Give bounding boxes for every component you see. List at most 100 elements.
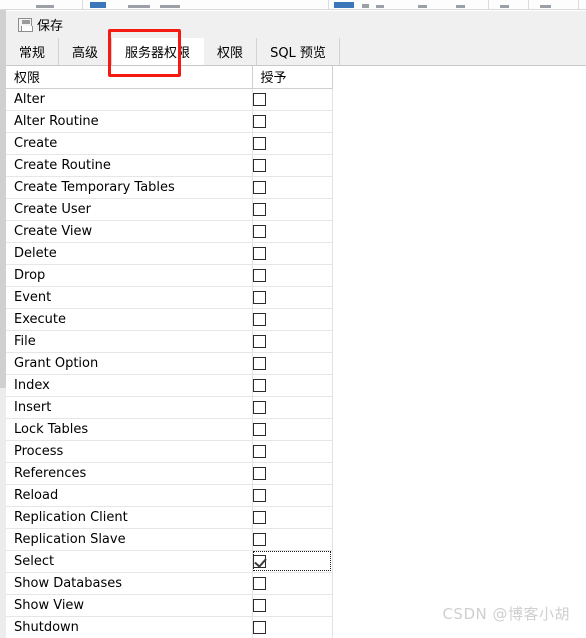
toolbar-icon-fragment-2[interactable] bbox=[128, 5, 150, 8]
privilege-name-cell[interactable]: Select bbox=[6, 550, 253, 573]
table-row[interactable]: Show View bbox=[6, 594, 333, 617]
grant-checkbox-cell[interactable] bbox=[252, 462, 333, 485]
table-icon-fragment[interactable] bbox=[90, 2, 106, 8]
privilege-name-cell[interactable]: Execute bbox=[6, 308, 253, 331]
grant-checkbox-cell[interactable] bbox=[252, 572, 333, 595]
table-row[interactable]: Shutdown bbox=[6, 616, 333, 638]
table-row[interactable]: References bbox=[6, 462, 333, 485]
grant-checkbox-cell[interactable] bbox=[252, 88, 333, 111]
tab-privileges[interactable]: 权限 bbox=[204, 38, 258, 65]
checkbox-unchecked-icon[interactable] bbox=[252, 290, 266, 304]
grant-checkbox-cell[interactable] bbox=[252, 176, 333, 199]
privilege-name-cell[interactable]: Create User bbox=[6, 198, 253, 221]
table-row[interactable]: Replication Slave bbox=[6, 528, 333, 551]
privilege-name-cell[interactable]: Alter Routine bbox=[6, 110, 253, 133]
privilege-name-cell[interactable]: Event bbox=[6, 286, 253, 309]
privilege-name-cell[interactable]: Drop bbox=[6, 264, 253, 287]
privilege-name-cell[interactable]: Grant Option bbox=[6, 352, 253, 375]
table-row[interactable]: Grant Option bbox=[6, 352, 333, 375]
checkbox-unchecked-icon[interactable] bbox=[252, 510, 266, 524]
privilege-name-cell[interactable]: Shutdown bbox=[6, 616, 253, 638]
checkbox-checked-icon[interactable] bbox=[252, 554, 266, 568]
table-row[interactable]: Replication Client bbox=[6, 506, 333, 529]
privilege-name-cell[interactable]: Create bbox=[6, 132, 253, 155]
table-row[interactable]: Event bbox=[6, 286, 333, 309]
checkbox-unchecked-icon[interactable] bbox=[252, 158, 266, 172]
checkbox-unchecked-icon[interactable] bbox=[252, 400, 266, 414]
table-row[interactable]: Alter Routine bbox=[6, 110, 333, 133]
toolbar-icon-fragment-4[interactable] bbox=[362, 4, 369, 8]
toolbar-icon-fragment-1[interactable] bbox=[36, 5, 54, 8]
column-header-grant[interactable]: 授予 bbox=[252, 66, 333, 89]
grant-checkbox-cell[interactable] bbox=[252, 154, 333, 177]
checkbox-unchecked-icon[interactable] bbox=[252, 114, 266, 128]
privilege-name-cell[interactable]: Show View bbox=[6, 594, 253, 617]
table-row[interactable]: Alter bbox=[6, 88, 333, 111]
checkbox-unchecked-icon[interactable] bbox=[252, 202, 266, 216]
grant-checkbox-cell[interactable] bbox=[252, 418, 333, 441]
grant-checkbox-cell[interactable] bbox=[252, 616, 333, 638]
table-row[interactable]: Execute bbox=[6, 308, 333, 331]
checkbox-unchecked-icon[interactable] bbox=[252, 224, 266, 238]
grant-checkbox-cell[interactable] bbox=[252, 396, 333, 419]
grant-checkbox-cell[interactable] bbox=[252, 242, 333, 265]
privilege-name-cell[interactable]: Create Routine bbox=[6, 154, 253, 177]
privilege-name-cell[interactable]: Replication Client bbox=[6, 506, 253, 529]
table-row[interactable]: Create Temporary Tables bbox=[6, 176, 333, 199]
grant-checkbox-cell[interactable] bbox=[252, 330, 333, 353]
privilege-name-cell[interactable]: File bbox=[6, 330, 253, 353]
grant-checkbox-cell[interactable] bbox=[252, 264, 333, 287]
checkbox-unchecked-icon[interactable] bbox=[252, 268, 266, 282]
checkbox-unchecked-icon[interactable] bbox=[252, 620, 266, 634]
table-row[interactable]: Create User bbox=[6, 198, 333, 221]
checkbox-unchecked-icon[interactable] bbox=[252, 180, 266, 194]
toolbar-icon-fragment-9[interactable] bbox=[540, 5, 551, 8]
privilege-name-cell[interactable]: Create View bbox=[6, 220, 253, 243]
privilege-name-cell[interactable]: References bbox=[6, 462, 253, 485]
grant-checkbox-cell[interactable] bbox=[252, 374, 333, 397]
toolbar-icon-fragment-8[interactable] bbox=[500, 5, 509, 8]
grant-checkbox-cell[interactable] bbox=[252, 352, 333, 375]
table-row[interactable]: Insert bbox=[6, 396, 333, 419]
tab-server-privileges[interactable]: 服务器权限 bbox=[112, 38, 205, 65]
privilege-name-cell[interactable]: Replication Slave bbox=[6, 528, 253, 551]
grant-checkbox-cell[interactable] bbox=[252, 506, 333, 529]
table-row[interactable]: Show Databases bbox=[6, 572, 333, 595]
tab-advanced[interactable]: 高级 bbox=[59, 38, 113, 65]
checkbox-unchecked-icon[interactable] bbox=[252, 334, 266, 348]
grant-checkbox-cell[interactable] bbox=[252, 594, 333, 617]
privilege-name-cell[interactable]: Delete bbox=[6, 242, 253, 265]
table-row[interactable]: Drop bbox=[6, 264, 333, 287]
checkbox-unchecked-icon[interactable] bbox=[252, 312, 266, 326]
table-row[interactable]: Process bbox=[6, 440, 333, 463]
checkbox-unchecked-icon[interactable] bbox=[252, 422, 266, 436]
toolbar-icon-fragment-7[interactable] bbox=[456, 5, 465, 8]
table-row[interactable]: Index bbox=[6, 374, 333, 397]
column-header-privilege[interactable]: 权限 bbox=[6, 66, 253, 89]
grant-checkbox-cell[interactable] bbox=[252, 308, 333, 331]
grant-checkbox-cell[interactable] bbox=[252, 550, 333, 573]
tab-sql-preview[interactable]: SQL 预览 bbox=[257, 38, 340, 65]
checkbox-unchecked-icon[interactable] bbox=[252, 92, 266, 106]
privilege-name-cell[interactable]: Lock Tables bbox=[6, 418, 253, 441]
privilege-name-cell[interactable]: Insert bbox=[6, 396, 253, 419]
table-row[interactable]: Create View bbox=[6, 220, 333, 243]
grant-checkbox-cell[interactable] bbox=[252, 440, 333, 463]
table-row[interactable]: Create bbox=[6, 132, 333, 155]
table-row[interactable]: File bbox=[6, 330, 333, 353]
table-row[interactable]: Select bbox=[6, 550, 333, 573]
grant-checkbox-cell[interactable] bbox=[252, 198, 333, 221]
checkbox-unchecked-icon[interactable] bbox=[252, 466, 266, 480]
privilege-name-cell[interactable]: Alter bbox=[6, 88, 253, 111]
tab-general[interactable]: 常规 bbox=[6, 38, 60, 65]
grant-checkbox-cell[interactable] bbox=[252, 528, 333, 551]
checkbox-unchecked-icon[interactable] bbox=[252, 246, 266, 260]
checkbox-unchecked-icon[interactable] bbox=[252, 444, 266, 458]
checkbox-unchecked-icon[interactable] bbox=[252, 488, 266, 502]
toolbar-icon-fragment-5[interactable] bbox=[376, 5, 384, 8]
table-row[interactable]: Delete bbox=[6, 242, 333, 265]
privilege-name-cell[interactable]: Process bbox=[6, 440, 253, 463]
checkbox-unchecked-icon[interactable] bbox=[252, 378, 266, 392]
privilege-name-cell[interactable]: Reload bbox=[6, 484, 253, 507]
table-row[interactable]: Lock Tables bbox=[6, 418, 333, 441]
